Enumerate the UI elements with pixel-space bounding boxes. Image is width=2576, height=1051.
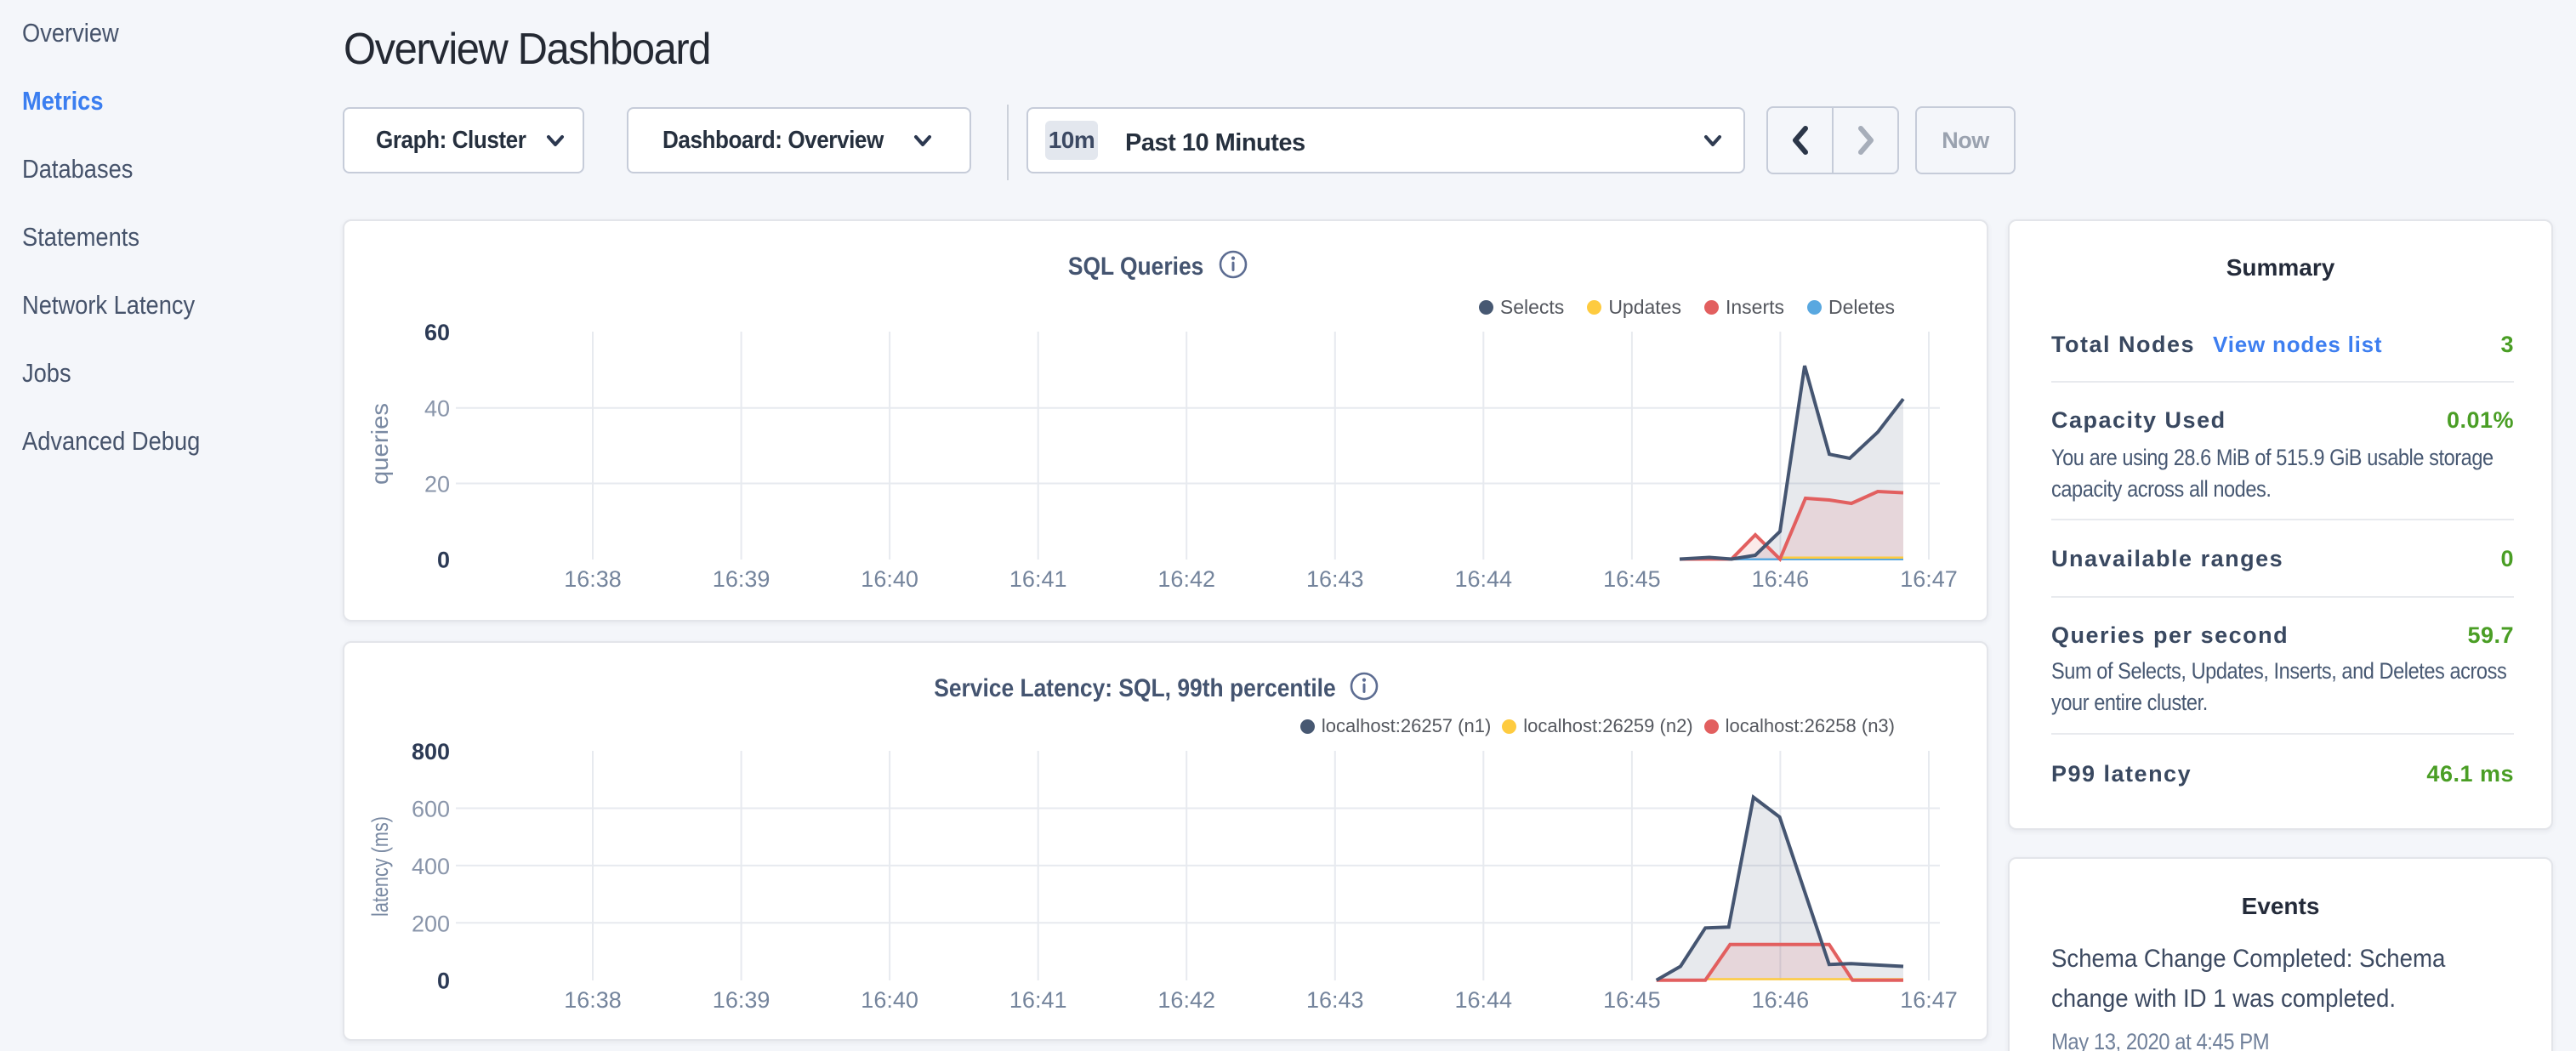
svg-text:800: 800 — [412, 739, 450, 764]
svg-text:40: 40 — [424, 396, 450, 422]
svg-text:16:44: 16:44 — [1455, 566, 1513, 592]
svg-text:16:38: 16:38 — [564, 987, 622, 1013]
svg-text:0: 0 — [437, 969, 450, 994]
svg-text:queries: queries — [367, 403, 393, 485]
svg-text:16:42: 16:42 — [1157, 566, 1215, 592]
svg-text:16:38: 16:38 — [564, 566, 622, 592]
svg-text:16:44: 16:44 — [1455, 987, 1513, 1013]
svg-text:60: 60 — [424, 320, 450, 345]
svg-text:16:45: 16:45 — [1603, 566, 1661, 592]
svg-text:16:39: 16:39 — [713, 987, 771, 1013]
svg-text:16:43: 16:43 — [1306, 566, 1364, 592]
svg-text:16:47: 16:47 — [1900, 987, 1958, 1013]
svg-text:16:42: 16:42 — [1157, 987, 1215, 1013]
svg-text:16:39: 16:39 — [713, 566, 771, 592]
svg-text:600: 600 — [412, 797, 450, 822]
svg-text:400: 400 — [412, 854, 450, 879]
svg-text:20: 20 — [424, 472, 450, 497]
svg-text:16:40: 16:40 — [861, 987, 918, 1013]
svg-text:16:45: 16:45 — [1603, 987, 1661, 1013]
svg-text:16:41: 16:41 — [1009, 566, 1067, 592]
svg-text:0: 0 — [437, 548, 450, 573]
svg-text:16:46: 16:46 — [1752, 987, 1810, 1013]
svg-text:200: 200 — [412, 911, 450, 936]
svg-text:16:47: 16:47 — [1900, 566, 1958, 592]
svg-text:16:43: 16:43 — [1306, 987, 1364, 1013]
svg-text:16:41: 16:41 — [1009, 987, 1067, 1013]
svg-text:latency (ms): latency (ms) — [367, 816, 393, 917]
svg-text:16:46: 16:46 — [1752, 566, 1810, 592]
svg-text:16:40: 16:40 — [861, 566, 918, 592]
